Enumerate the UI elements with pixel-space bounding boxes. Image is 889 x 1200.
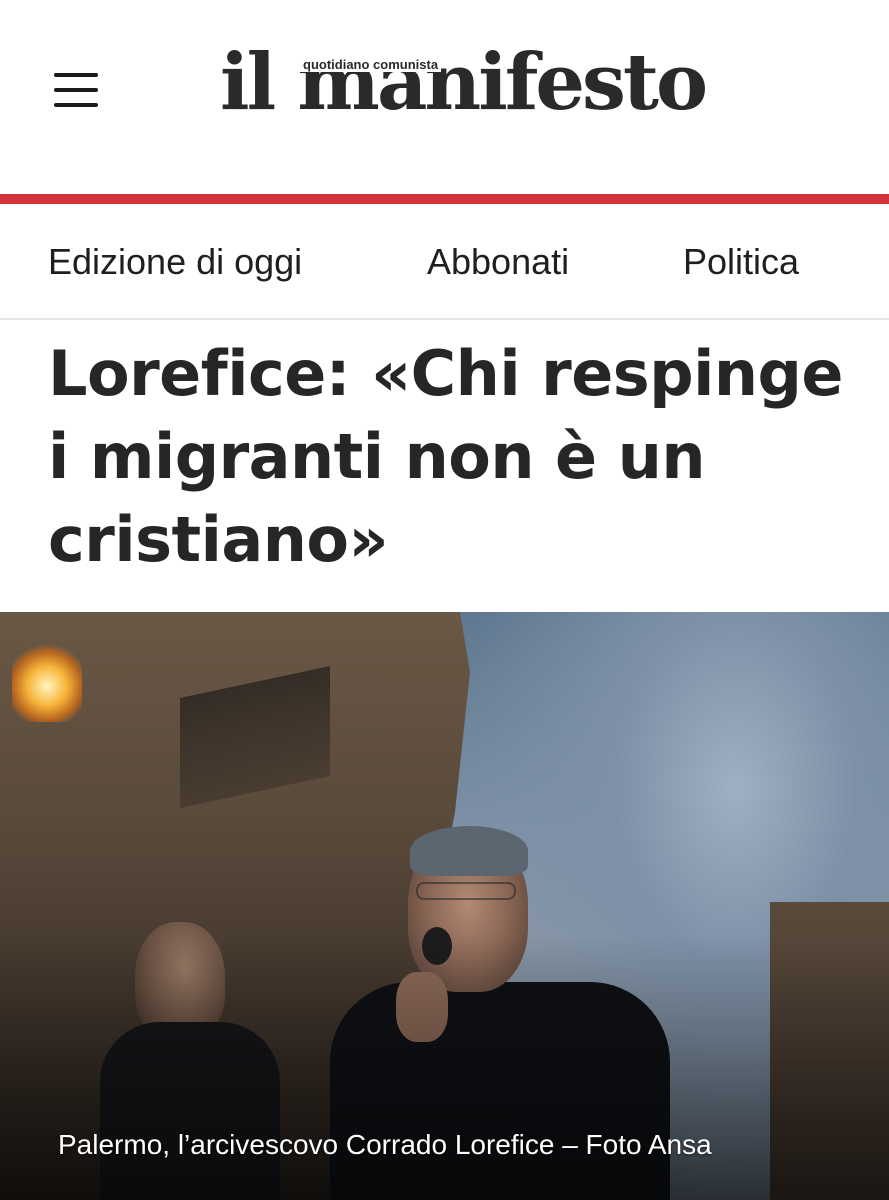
article-headline: Lorefice: «Chi respinge i migranti non è… xyxy=(48,337,843,576)
article-photo: Palermo, l’arcivescovo Corrado Lorefice … xyxy=(0,612,889,1200)
section-nav: Edizione di oggi Abbonati Politica xyxy=(0,204,889,320)
photo-gradient-overlay xyxy=(0,612,889,1200)
logo-wordmark: il manifesto xyxy=(220,37,708,128)
site-header: il manifesto quotidiano comunista xyxy=(0,0,889,194)
nav-item-politica[interactable]: Politica xyxy=(683,241,799,283)
photo-caption: Palermo, l’arcivescovo Corrado Lorefice … xyxy=(58,1129,712,1160)
nav-item-edizione-di-oggi[interactable]: Edizione di oggi xyxy=(48,241,302,283)
accent-divider xyxy=(0,194,889,204)
site-logo[interactable]: il manifesto quotidiano comunista xyxy=(220,38,708,138)
logo-tagline: quotidiano comunista xyxy=(300,57,442,73)
nav-item-abbonati[interactable]: Abbonati xyxy=(427,241,569,283)
hamburger-menu-icon[interactable] xyxy=(54,73,98,107)
